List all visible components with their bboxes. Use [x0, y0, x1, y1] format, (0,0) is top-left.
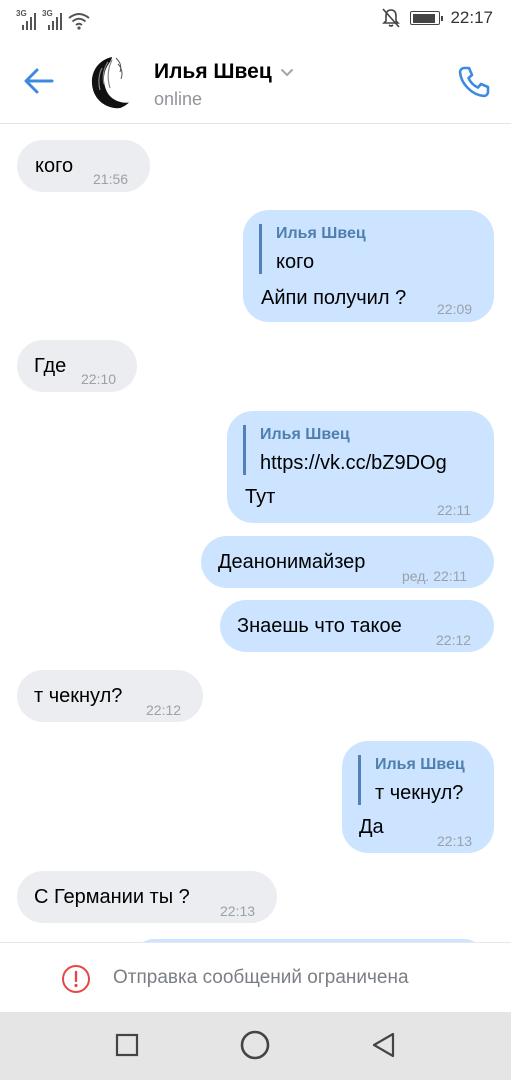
- message-list[interactable]: кого 21:56 Илья Швец кого Айпи получил ?…: [0, 124, 511, 942]
- message-time: 22:09: [437, 301, 473, 317]
- message-text: кого: [35, 155, 74, 177]
- status-right: 22:17: [382, 8, 493, 28]
- signal-icon: 3G: [16, 9, 36, 30]
- message-text: Тут: [245, 486, 276, 508]
- message-time: 22:12: [436, 632, 472, 648]
- reply-author: Илья Швец: [276, 225, 366, 242]
- chevron-down-icon[interactable]: [280, 68, 294, 78]
- message-bubble-outgoing[interactable]: Илья Швец https://vk.cc/bZ9DOg Тут 22:11: [227, 411, 494, 523]
- message-bubble-outgoing[interactable]: Илья Швец т чекнул? Да 22:13: [342, 741, 494, 853]
- message-text: С Германии ты ?: [34, 886, 190, 908]
- reply-quote[interactable]: Илья Швец кого: [259, 224, 366, 274]
- message-bubble-incoming[interactable]: Где 22:10: [17, 340, 137, 392]
- message-text: Да: [359, 816, 384, 838]
- message-time: 22:12: [146, 702, 182, 718]
- message-bubble-outgoing[interactable]: Деанонимайзер ред. 22:11: [201, 536, 494, 588]
- reply-author: Илья Швец: [260, 426, 350, 443]
- square-icon[interactable]: [110, 1028, 144, 1062]
- battery-fill: [412, 13, 436, 23]
- chat-header: Илья Швец online: [0, 40, 511, 124]
- message-time: ред. 22:11: [402, 568, 468, 584]
- message-bubble-incoming[interactable]: С Германии ты ? 22:13: [17, 871, 277, 923]
- message-text: Айпи получил ?: [261, 287, 407, 309]
- bell-muted-icon: [382, 8, 401, 28]
- restriction-text: Отправка сообщений ограничена: [113, 967, 409, 988]
- reply-author: Илья Швец: [375, 756, 465, 773]
- message-time: 22:11: [437, 502, 471, 518]
- message-text: т чекнул?: [34, 685, 123, 707]
- status-bar: 3G 3G 22:17: [0, 0, 511, 40]
- messaging-restricted-bar: Отправка сообщений ограничена: [0, 942, 511, 1012]
- reply-text: т чекнул?: [375, 782, 464, 804]
- warning-icon: [62, 965, 90, 993]
- message-text: Деанонимайзер: [218, 551, 366, 573]
- reply-text: https://vk.cc/bZ9DOg: [260, 452, 447, 474]
- message-bubble-incoming[interactable]: т чекнул? 22:12: [17, 670, 203, 722]
- message-time: 22:13: [437, 833, 473, 849]
- reply-quote[interactable]: Илья Швец т чекнул?: [358, 755, 465, 805]
- message-text: Где: [34, 355, 67, 377]
- message-time: 21:56: [93, 171, 129, 187]
- wifi-icon: [68, 13, 90, 30]
- message-time: 22:13: [220, 903, 256, 919]
- triangle-back-icon[interactable]: [366, 1028, 400, 1062]
- circle-icon[interactable]: [238, 1028, 272, 1062]
- status-time: 22:17: [450, 8, 493, 27]
- contact-name[interactable]: Илья Швец: [154, 60, 272, 84]
- phone-icon[interactable]: [456, 64, 492, 100]
- signal-icon: 3G: [42, 9, 62, 30]
- navigation-bar: [0, 1012, 511, 1080]
- contact-status: online: [154, 89, 203, 109]
- message-bubble-incoming[interactable]: кого 21:56: [17, 140, 150, 192]
- battery-icon: [410, 11, 444, 25]
- reply-quote[interactable]: Илья Швец https://vk.cc/bZ9DOg: [243, 425, 447, 475]
- back-arrow-icon[interactable]: [22, 64, 56, 98]
- avatar[interactable]: [82, 54, 138, 110]
- message-bubble-outgoing[interactable]: Знаешь что такое 22:12: [220, 600, 494, 652]
- reply-text: кого: [276, 251, 315, 273]
- message-text: Знаешь что такое: [237, 615, 402, 637]
- message-bubble-outgoing[interactable]: Илья Швец кого Айпи получил ? 22:09: [243, 210, 494, 322]
- message-time: 22:10: [81, 371, 117, 387]
- status-left: 3G 3G: [16, 9, 90, 30]
